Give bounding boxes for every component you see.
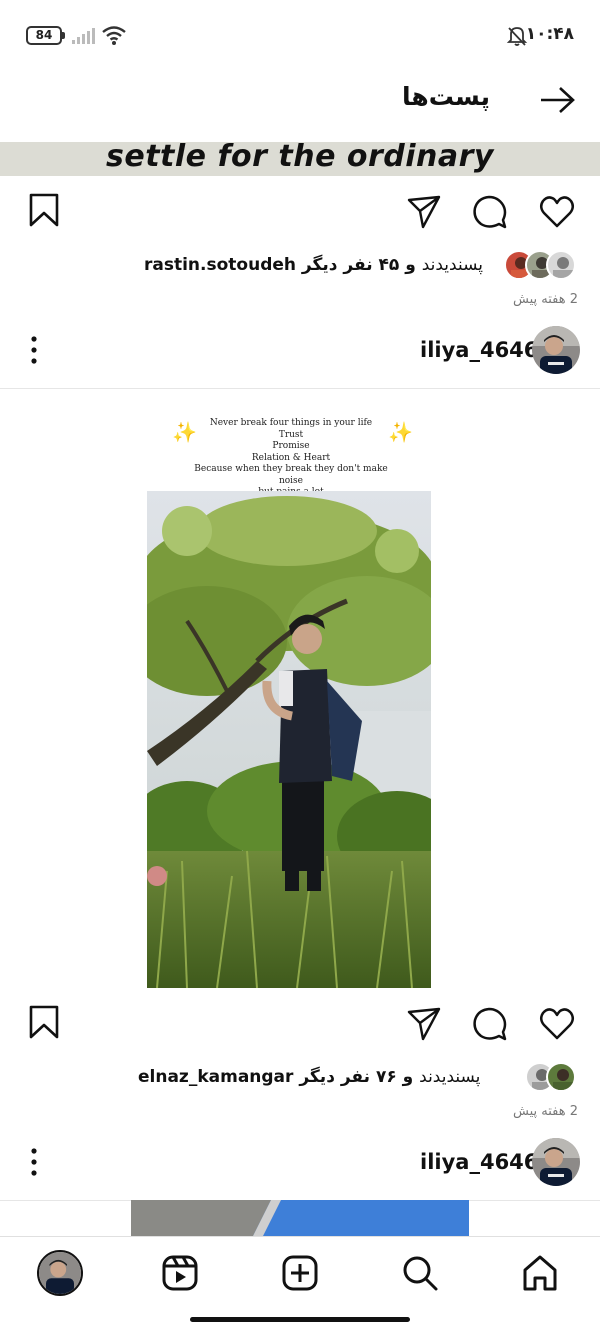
outdoor-photo <box>147 491 431 988</box>
heart-icon[interactable] <box>539 1006 575 1042</box>
banner-text: settle for the ordinary <box>106 142 494 174</box>
more-vertical-icon[interactable] <box>22 330 46 370</box>
post-avatar[interactable] <box>532 326 580 374</box>
battery-tip <box>62 32 65 39</box>
quote-line: Promise <box>272 441 310 451</box>
page-title: پست‌ها <box>401 82 490 111</box>
quote-line: Never break four things in your life <box>209 418 373 428</box>
likes-summary[interactable]: elnaz_kamangar پسندیدند و ۷۶ نفر دیگر <box>138 1067 480 1087</box>
reels-icon[interactable] <box>160 1253 200 1293</box>
post-avatar[interactable] <box>532 1138 580 1186</box>
search-icon[interactable] <box>400 1253 440 1293</box>
quote-line: Trust <box>278 429 304 440</box>
more-vertical-icon[interactable] <box>22 1142 46 1182</box>
add-post-icon[interactable] <box>280 1253 320 1293</box>
liker-avatar <box>546 250 576 280</box>
liker-username[interactable]: rastin.sotoudeh <box>144 255 296 275</box>
bookmark-icon[interactable] <box>26 192 62 228</box>
divider <box>0 388 600 389</box>
share-icon[interactable] <box>406 1006 442 1042</box>
arrow-right-icon[interactable] <box>538 84 578 116</box>
comment-icon[interactable] <box>472 194 508 230</box>
battery-icon: 84 <box>26 26 62 45</box>
share-icon[interactable] <box>406 194 442 230</box>
next-post-image[interactable] <box>131 1200 469 1240</box>
quote-line: Relation & Heart <box>251 452 331 463</box>
bookmark-icon[interactable] <box>26 1004 62 1040</box>
post-time: 2 هفته پیش <box>513 1104 578 1119</box>
likes-summary[interactable]: rastin.sotoudeh پسندیدند و ۴۵ نفر دیگر <box>144 255 483 275</box>
cellular-signal-icon <box>72 28 95 44</box>
home-indicator <box>190 1317 410 1322</box>
bell-muted-icon <box>506 27 528 46</box>
liker-username[interactable]: elnaz_kamangar <box>138 1067 293 1087</box>
image-quote: Never break four things in your life Tru… <box>186 418 396 499</box>
others-count[interactable]: و ۴۵ نفر دیگر <box>302 255 416 275</box>
previous-post-image[interactable]: settle for the ordinary <box>0 142 600 176</box>
quote-line: Because when they break they don't make … <box>194 464 388 486</box>
post-username[interactable]: iliya_4646 <box>420 1150 538 1174</box>
likers-avatars[interactable] <box>525 1062 578 1092</box>
comment-icon[interactable] <box>472 1006 508 1042</box>
liker-avatar <box>546 1062 576 1092</box>
others-count[interactable]: و ۷۶ نفر دیگر <box>299 1067 413 1087</box>
likes-label: پسندیدند <box>419 1067 481 1087</box>
heart-icon[interactable] <box>539 194 575 230</box>
profile-avatar[interactable] <box>37 1250 83 1296</box>
home-icon[interactable] <box>520 1253 560 1293</box>
post-username[interactable]: iliya_4646 <box>420 338 538 362</box>
wifi-icon <box>102 26 126 45</box>
status-bar: 84 ۱۰:۴۸ <box>0 0 600 70</box>
post-time: 2 هفته پیش <box>513 292 578 307</box>
clock: ۱۰:۴۸ <box>525 24 574 44</box>
likers-avatars[interactable] <box>504 250 578 280</box>
likes-label: پسندیدند <box>421 255 483 275</box>
post-image[interactable]: ✨ ✨ Never break four things in your life… <box>106 390 476 988</box>
